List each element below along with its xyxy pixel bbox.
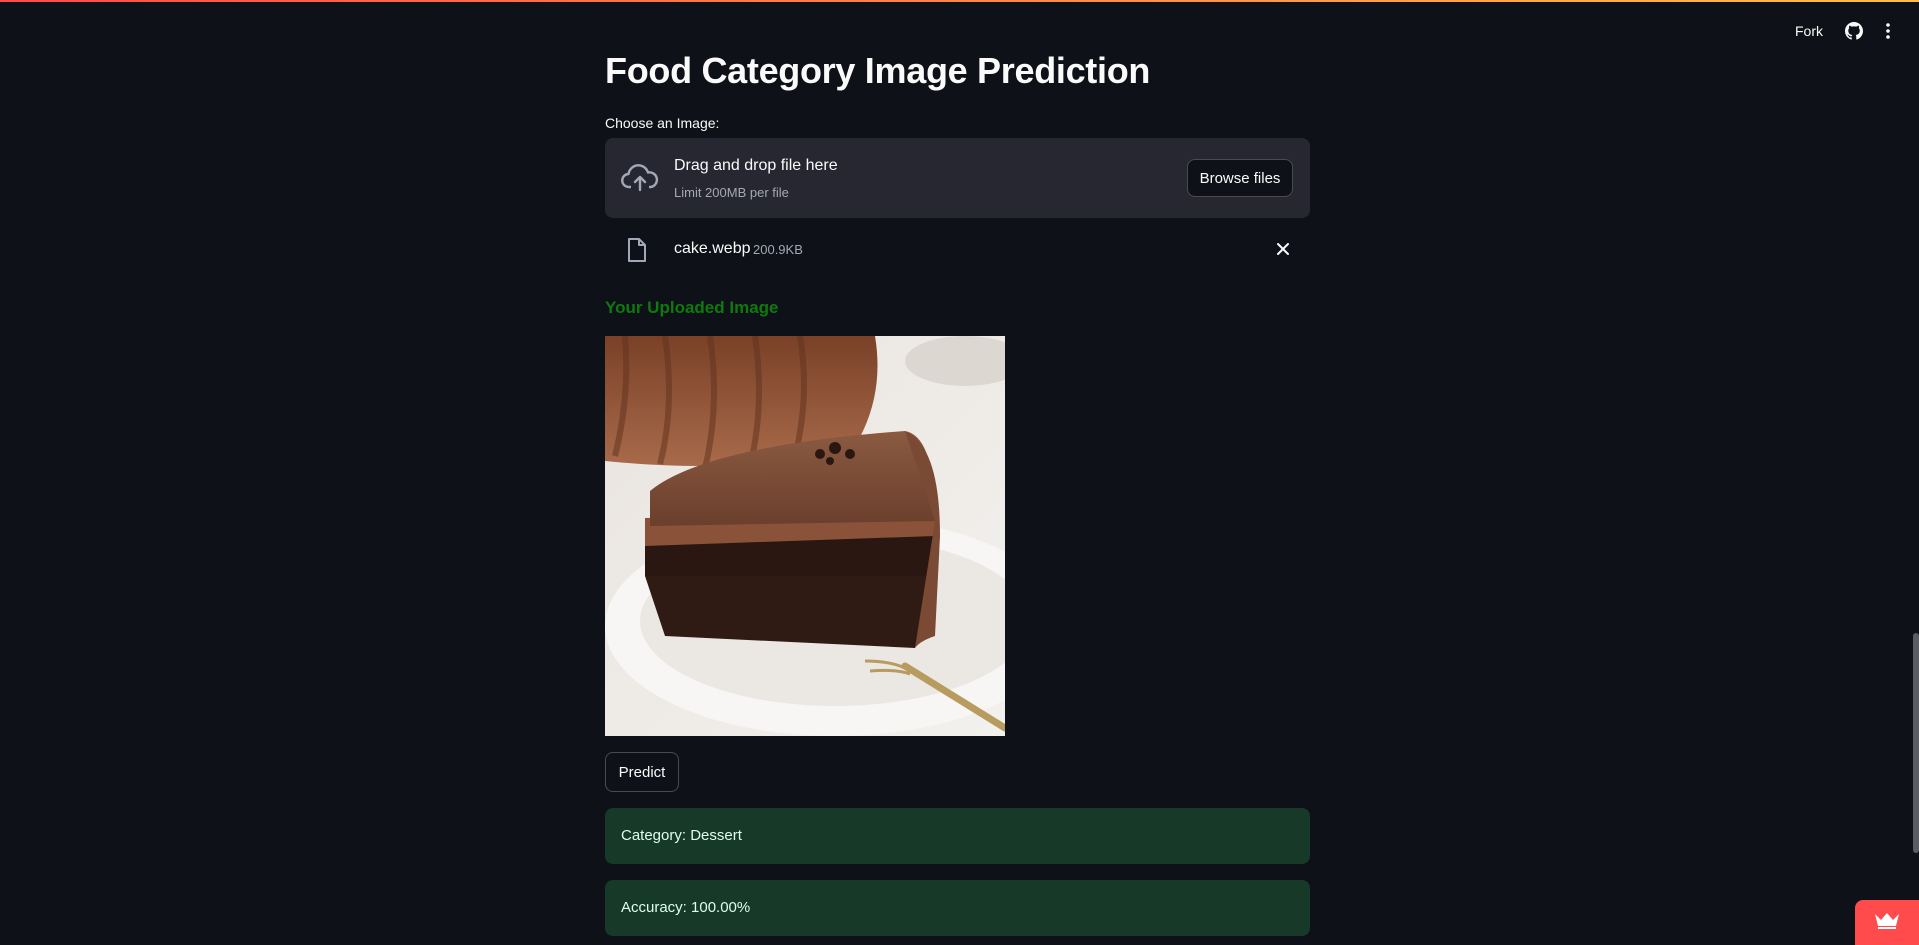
uploaded-file-size: 200.9KB — [753, 242, 803, 257]
crown-icon — [1874, 911, 1900, 934]
uploaded-image — [605, 336, 1005, 736]
github-icon[interactable] — [1845, 22, 1863, 40]
dropzone-instructions: Drag and drop file here — [674, 157, 838, 174]
header-toolbar: Fork — [1795, 22, 1891, 40]
uploaded-file-row: cake.webp 200.9KB — [605, 232, 1310, 268]
uploader-label: Choose an Image: — [605, 115, 720, 131]
category-result-alert: Category: Dessert — [605, 808, 1310, 864]
close-icon[interactable] — [1276, 242, 1290, 261]
predict-button[interactable]: Predict — [605, 752, 679, 792]
page-scrollbar[interactable] — [1913, 0, 1919, 945]
file-icon — [626, 237, 648, 268]
uploaded-image-subheader: Your Uploaded Image — [605, 298, 779, 317]
page-title: Food Category Image Prediction — [605, 50, 1151, 91]
file-dropzone[interactable]: Drag and drop file here Limit 200MB per … — [605, 138, 1310, 218]
browse-files-button[interactable]: Browse files — [1187, 159, 1293, 197]
top-decoration-bar — [0, 0, 1919, 2]
accuracy-result-alert: Accuracy: 100.00% — [605, 880, 1310, 936]
uploaded-file-name: cake.webp — [674, 240, 751, 257]
scrollbar-thumb[interactable] — [1913, 633, 1919, 853]
streamlit-badge[interactable] — [1855, 900, 1919, 945]
cloud-upload-icon — [621, 162, 659, 199]
fork-button[interactable]: Fork — [1795, 23, 1823, 39]
more-vertical-icon[interactable] — [1885, 22, 1891, 40]
dropzone-limit: Limit 200MB per file — [674, 185, 789, 200]
